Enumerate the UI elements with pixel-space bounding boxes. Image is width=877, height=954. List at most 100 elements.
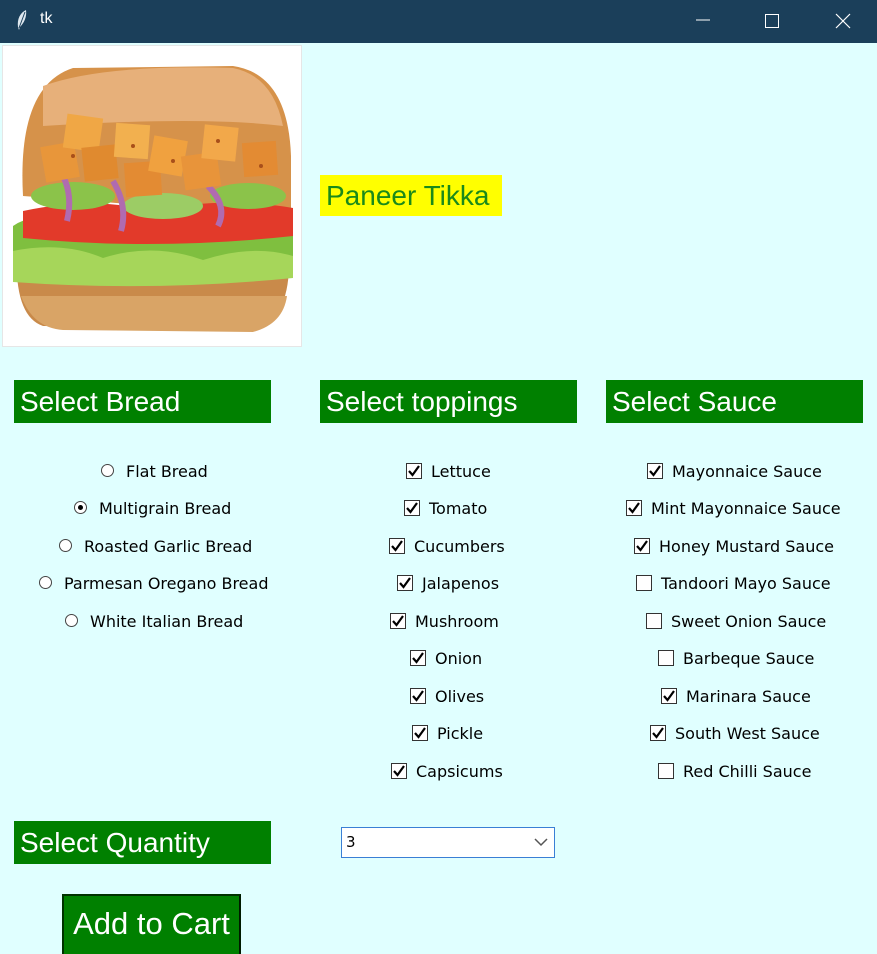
checkbox-checked[interactable] [391,762,407,779]
minimize-icon [696,19,710,21]
topping-option-label: Mushroom [415,612,499,631]
sauce-option-barbeque[interactable]: Barbeque Sauce [658,648,814,670]
topping-option-mushroom[interactable]: Mushroom [390,611,499,633]
check-icon [393,764,405,777]
radio-button[interactable] [39,576,52,589]
checkbox-checked[interactable] [404,499,420,516]
checkbox-checked[interactable] [412,724,428,741]
bread-option-label: White Italian Bread [90,612,244,631]
sauce-section-header: Select Sauce [606,380,863,423]
topping-option-label: Lettuce [431,462,491,481]
checkbox-checked[interactable] [650,724,666,741]
bread-option-label: Roasted Garlic Bread [84,537,253,556]
checkbox-checked[interactable] [390,612,406,629]
check-icon [392,614,404,627]
sauce-option-label: Barbeque Sauce [683,649,815,668]
quantity-section-header: Select Quantity [14,821,271,864]
sauce-option-mayonnaice[interactable]: Mayonnaice Sauce [647,461,822,483]
sauce-option-label: Mayonnaice Sauce [672,462,822,481]
topping-option-lettuce[interactable]: Lettuce [406,461,491,483]
checkbox-checked[interactable] [626,499,642,516]
title-bar: tk [0,0,877,43]
checkbox-unchecked[interactable] [658,649,674,666]
checkbox-checked[interactable] [389,537,405,554]
check-icon [649,464,661,477]
topping-option-jalapenos[interactable]: Jalapenos [397,573,499,595]
bread-section-header: Select Bread [14,380,271,423]
radio-button[interactable] [59,539,72,552]
topping-option-pickle[interactable]: Pickle [412,723,483,745]
topping-option-tomato[interactable]: Tomato [404,498,487,520]
checkbox-checked[interactable] [410,687,426,704]
window-title: tk [40,10,53,27]
sauce-option-label: Mint Mayonnaice Sauce [651,499,841,518]
maximize-button[interactable] [749,0,795,43]
topping-option-label: Onion [435,649,483,668]
sauce-option-label: Marinara Sauce [686,687,811,706]
topping-option-label: Cucumbers [414,537,505,556]
check-icon [408,464,420,477]
topping-option-onion[interactable]: Onion [410,648,482,670]
check-icon [414,726,426,739]
sauce-option-label: Sweet Onion Sauce [671,612,827,631]
quantity-select[interactable]: 3 [341,827,555,858]
checkbox-checked[interactable] [410,649,426,666]
checkbox-checked[interactable] [397,574,413,591]
bread-option-roasted-garlic[interactable]: Roasted Garlic Bread [59,536,252,558]
sauce-option-south-west[interactable]: South West Sauce [650,723,820,745]
bread-option-label: Parmesan Oregano Bread [64,574,269,593]
sauce-option-sweet-onion[interactable]: Sweet Onion Sauce [646,611,826,633]
sauce-option-honey-mustard[interactable]: Honey Mustard Sauce [634,536,834,558]
check-icon [391,539,403,552]
sauce-option-tandoori-mayo[interactable]: Tandoori Mayo Sauce [636,573,831,595]
check-icon [636,539,648,552]
sauce-option-label: Tandoori Mayo Sauce [661,574,831,593]
topping-option-label: Olives [435,687,485,706]
close-button[interactable] [820,0,866,43]
maximize-icon [765,14,779,28]
topping-option-olives[interactable]: Olives [410,686,484,708]
bread-option-white-italian[interactable]: White Italian Bread [65,611,243,633]
bread-option-multigrain[interactable]: Multigrain Bread [74,498,231,520]
checkbox-checked[interactable] [406,462,422,479]
radio-button-selected[interactable] [74,501,87,514]
sauce-option-mint-mayonnaice[interactable]: Mint Mayonnaice Sauce [626,498,841,520]
check-icon [399,576,411,589]
chevron-down-icon[interactable] [534,837,548,847]
topping-option-cucumbers[interactable]: Cucumbers [389,536,505,558]
topping-option-label: Capsicums [416,762,503,781]
topping-option-capsicums[interactable]: Capsicums [391,761,503,783]
toppings-section-header: Select toppings [320,380,577,423]
add-to-cart-button[interactable]: Add to Cart [62,894,241,954]
product-image [2,45,302,347]
checkbox-checked[interactable] [661,687,677,704]
topping-option-label: Tomato [429,499,488,518]
check-icon [652,726,664,739]
sauce-option-label: South West Sauce [675,724,820,743]
bread-option-label: Flat Bread [126,462,208,481]
check-icon [406,501,418,514]
topping-option-label: Pickle [437,724,484,743]
sauce-option-red-chilli[interactable]: Red Chilli Sauce [658,761,811,783]
checkbox-checked[interactable] [634,537,650,554]
check-icon [628,501,640,514]
checkbox-checked[interactable] [647,462,663,479]
checkbox-unchecked[interactable] [658,762,674,779]
bread-option-label: Multigrain Bread [99,499,232,518]
sauce-option-marinara[interactable]: Marinara Sauce [661,686,811,708]
check-icon [412,651,424,664]
sauce-option-label: Red Chilli Sauce [683,762,812,781]
bread-option-flat[interactable]: Flat Bread [101,461,208,483]
sauce-option-label: Honey Mustard Sauce [659,537,834,556]
check-icon [412,689,424,702]
checkbox-unchecked[interactable] [646,612,662,629]
quantity-value: 3 [346,833,356,851]
bread-option-parmesan-oregano[interactable]: Parmesan Oregano Bread [39,573,268,595]
minimize-button[interactable] [680,0,726,43]
close-icon [835,13,851,29]
radio-button[interactable] [101,464,114,477]
check-icon [663,689,675,702]
product-name-label: Paneer Tikka [320,175,502,216]
checkbox-unchecked[interactable] [636,574,652,591]
radio-button[interactable] [65,614,78,627]
